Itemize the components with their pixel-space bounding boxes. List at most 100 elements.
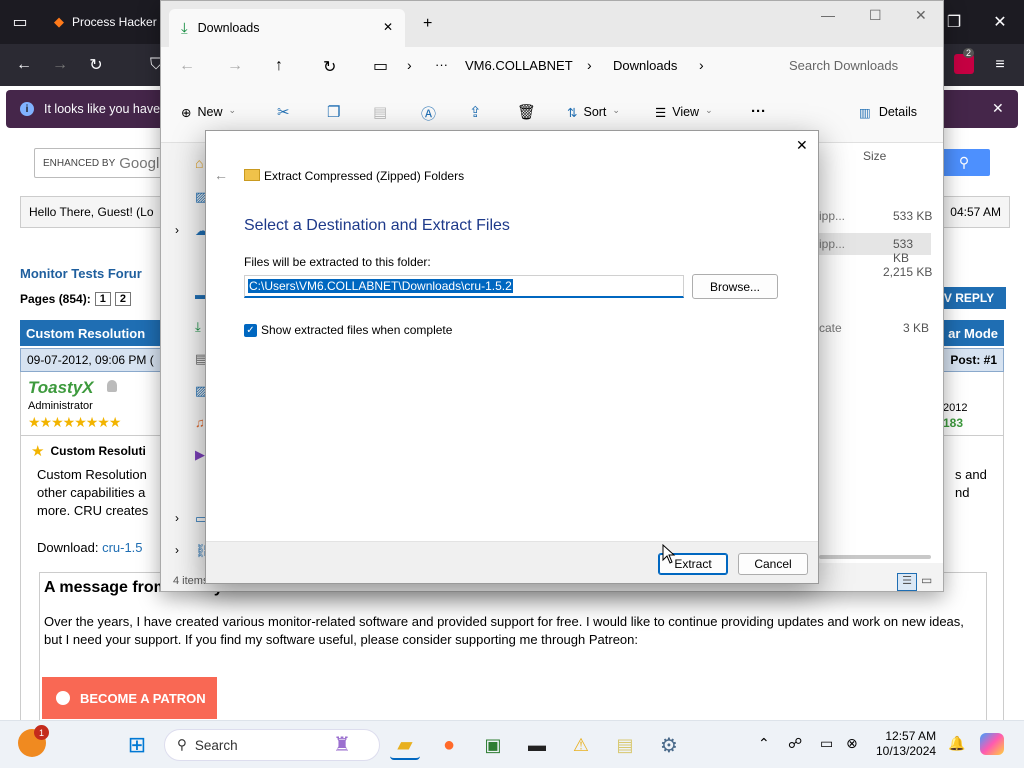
weather-widget-icon[interactable]: 1 (18, 725, 49, 757)
rename-icon[interactable]: Ⓐ (421, 103, 436, 124)
details-label: Details (878, 105, 918, 119)
download-link[interactable]: cru-1.5 (102, 540, 142, 555)
reload-icon[interactable]: ↻ (82, 51, 110, 79)
user-posts: 183 (943, 416, 964, 430)
tray-chevron-up-icon[interactable]: ⌃ (758, 735, 770, 752)
tray-network-icon[interactable]: ☍ (788, 735, 802, 752)
share-icon[interactable]: ⇪ (469, 103, 482, 121)
restore-window-icon[interactable]: ❐ (940, 8, 968, 36)
nav-refresh-icon[interactable]: ↻ (323, 57, 336, 77)
close-tab-icon[interactable]: ✕ (383, 20, 393, 34)
show-files-checkbox[interactable]: ✓ Show extracted files when complete (244, 323, 452, 337)
home-icon[interactable]: ⌂ (195, 155, 203, 171)
size-column-header[interactable]: Size (863, 149, 886, 163)
notepad-taskbar-icon[interactable]: ▤ (610, 730, 640, 760)
thread-mode[interactable]: ar Mode (948, 326, 998, 341)
settings-taskbar-icon[interactable]: ⚙ (654, 730, 684, 760)
menu-icon[interactable]: ≡ (986, 51, 1014, 79)
sort-button[interactable]: ⇅ Sort ⌄ (567, 105, 620, 120)
tray-volume-icon[interactable]: ⊗ (846, 735, 858, 752)
expand-chevron-icon[interactable]: › (175, 511, 179, 525)
more-options-icon[interactable]: ··· (751, 103, 766, 120)
terminal-taskbar-icon[interactable]: ▬ (522, 730, 552, 760)
post-line: nd (955, 485, 970, 500)
browser-tab[interactable]: ◆ Process Hacker (44, 4, 160, 40)
downloads-icon[interactable]: ⤓ (195, 319, 201, 335)
file-row-selected[interactable]: ipp... 533 KB (807, 233, 931, 265)
post-text-right: s and nd (955, 466, 987, 502)
maximize-icon[interactable]: ☐ (869, 7, 882, 24)
become-patron-button[interactable]: BECOME A PATRON (42, 677, 217, 719)
copy-icon[interactable]: ❐ (327, 103, 340, 121)
close-notice-icon[interactable]: ✕ (992, 100, 1004, 117)
browse-button[interactable]: Browse... (692, 274, 778, 299)
user-role: Administrator (28, 400, 93, 412)
music-icon[interactable]: ♫ (195, 415, 205, 430)
nav-back-icon[interactable]: ← (179, 57, 195, 75)
dialog-back-icon[interactable]: ← (214, 167, 228, 183)
app-taskbar-icon[interactable]: ▣ (478, 730, 508, 760)
cut-icon[interactable]: ✂ (277, 103, 290, 121)
firefox-taskbar-icon[interactable]: ● (434, 730, 464, 760)
tray-display-icon[interactable]: ▭ (820, 735, 833, 752)
breadcrumb-downloads[interactable]: Downloads (613, 58, 677, 73)
explorer-tab-title: Downloads (197, 21, 260, 35)
delete-icon[interactable]: 🗑 (517, 103, 536, 121)
search-button[interactable]: ⚲ (938, 149, 990, 176)
breadcrumb-overflow-icon[interactable]: ··· (435, 57, 448, 72)
file-row[interactable]: cate 3 KB (807, 317, 943, 339)
file-row[interactable]: ipp... 533 KB (807, 205, 943, 227)
details-button[interactable]: ▥ Details (859, 105, 917, 120)
back-icon[interactable]: ← (10, 51, 38, 79)
details-view-icon[interactable]: ☰ (897, 573, 917, 591)
dialog-close-icon[interactable]: ✕ (796, 137, 808, 154)
post-number[interactable]: Post: #1 (950, 353, 997, 367)
nav-forward-icon[interactable]: → (227, 57, 243, 75)
copilot-icon[interactable] (980, 733, 1004, 755)
horizontal-scrollbar[interactable] (819, 555, 931, 559)
google-search-box[interactable]: ENHANCED BY Googl (34, 148, 166, 178)
explorer-search-input[interactable]: Search Downloads (777, 51, 937, 83)
windows-start-icon[interactable]: ⊞ (122, 730, 152, 760)
clock-date: 10/13/2024 (876, 744, 937, 758)
file-row[interactable]: 2,215 KB (807, 261, 943, 283)
forward-icon[interactable]: → (46, 51, 74, 79)
new-button[interactable]: ⊕ New ⌄ (181, 105, 236, 120)
pages-label: Pages (854): (20, 292, 91, 306)
user-joined: 2012 (943, 402, 968, 414)
view-button[interactable]: ☰ View ⌄ (655, 105, 713, 120)
this-pc-icon[interactable]: ▭ (373, 56, 388, 76)
post-line: Custom Resolution (37, 467, 147, 482)
new-tab-icon[interactable]: + (423, 15, 432, 33)
cancel-button[interactable]: Cancel (738, 553, 808, 575)
breadcrumb-chevron-icon: › (587, 57, 592, 73)
user-rating-stars: ★★★★★★★★ (28, 414, 121, 430)
dialog-title: Extract Compressed (Zipped) Folders (264, 169, 465, 183)
expand-chevron-icon[interactable]: › (175, 223, 179, 237)
destination-path-input[interactable]: C:\Users\VM6.COLLABNET\Downloads\cru-1.5… (244, 275, 684, 298)
taskbar-clock[interactable]: 12:57 AM 10/13/2024 (876, 729, 936, 759)
folder-label: Files will be extracted to this folder: (244, 255, 431, 269)
tiles-view-icon[interactable]: ▭ (921, 573, 932, 587)
forum-breadcrumb-link[interactable]: Monitor Tests Forur (20, 266, 142, 281)
username[interactable]: ToastyX (28, 378, 94, 398)
minimize-icon[interactable]: — (821, 7, 835, 23)
file-explorer-taskbar-icon[interactable]: ▰ (390, 730, 420, 760)
warning-taskbar-icon[interactable]: ⚠ (566, 730, 596, 760)
page-button-2[interactable]: 2 (114, 292, 131, 306)
close-window-icon[interactable]: ✕ (986, 8, 1014, 36)
close-explorer-icon[interactable]: ✕ (915, 7, 927, 24)
page-button-1[interactable]: 1 (94, 292, 111, 306)
videos-icon[interactable]: ▶ (195, 447, 205, 463)
breadcrumb-computer[interactable]: VM6.COLLABNET (465, 58, 573, 73)
paste-icon[interactable]: ▤ (373, 103, 387, 121)
view-icon: ☰ (655, 106, 667, 120)
notification-bell-icon[interactable]: 🔔 (948, 735, 965, 752)
tab-overview-icon[interactable]: ▭ (6, 8, 34, 36)
dialog-heading: Select a Destination and Extract Files (244, 217, 510, 234)
extension-icon[interactable]: 2 (954, 48, 975, 74)
nav-up-icon[interactable]: ↑ (275, 57, 283, 75)
explorer-tab[interactable]: ⤓ Downloads ✕ (169, 9, 405, 47)
taskbar-search[interactable]: ⚲ Search ♜ (164, 729, 380, 761)
expand-chevron-icon[interactable]: › (175, 543, 179, 557)
